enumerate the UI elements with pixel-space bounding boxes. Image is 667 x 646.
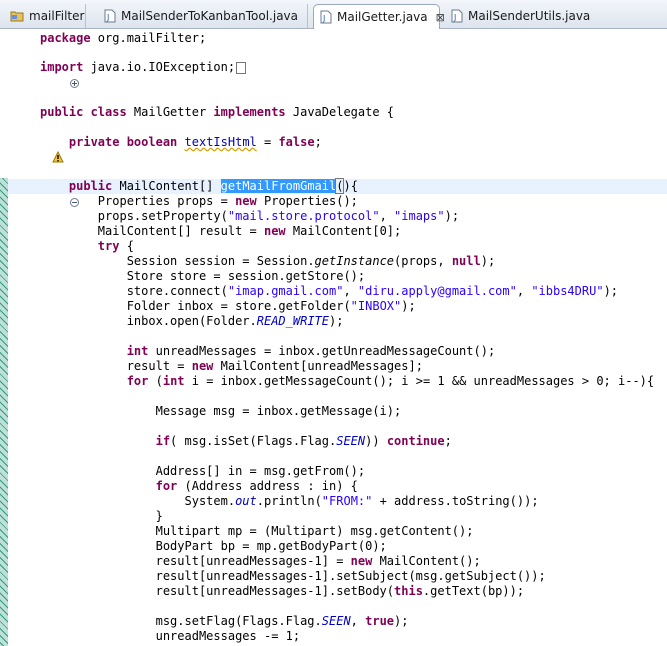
java-file-icon: J <box>104 9 116 23</box>
code-line: Folder inbox = store.getFolder("INBOX"); <box>126 299 416 313</box>
tab-label: MailSenderUtils.java <box>468 9 591 23</box>
code-line: result = new MailContent[unreadMessages]… <box>126 359 423 373</box>
code-line: Properties props = new Properties(); <box>97 194 358 208</box>
tab-label: mailFilter <box>29 9 85 23</box>
code-line: Address[] in = msg.getFrom(); <box>155 464 366 478</box>
code-line: Multipart mp = (Multipart) msg.getConten… <box>155 524 474 538</box>
expand-fold-icon[interactable] <box>27 62 80 88</box>
java-file-icon: J <box>320 10 332 24</box>
code-line: if( msg.isSet(Flags.Flag.SEEN)) continue… <box>155 434 452 448</box>
code-line: store.connect("imap.gmail.com", "diru.ap… <box>126 284 619 298</box>
tab-label: MailGetter.java <box>337 10 428 24</box>
close-tab-icon[interactable]: ⊠ <box>436 11 445 24</box>
java-file-icon: J <box>451 9 463 23</box>
code-line: int unreadMessages = inbox.getUnreadMess… <box>126 344 496 358</box>
code-line: } <box>155 509 163 523</box>
tab-label: MailSenderToKanbanTool.java <box>121 9 299 23</box>
code-line: result[unreadMessages-1] = new MailConte… <box>155 554 481 568</box>
code-line: msg.setFlag(Flags.Flag.SEEN, true); <box>155 614 409 628</box>
change-marker <box>0 179 8 646</box>
editor-tab-bar: mailFilter J MailSenderToKanbanTool.java… <box>0 0 667 29</box>
code-line: for (Address address : in) { <box>155 479 358 493</box>
selected-text[interactable]: getMailFromGmail <box>220 179 337 193</box>
code-line: props.setProperty("mail.store.protocol",… <box>97 209 460 223</box>
code-line: try { <box>97 239 134 253</box>
code-line: Store store = session.getStore(); <box>126 269 366 283</box>
code-line: public class MailGetter implements JavaD… <box>40 105 395 119</box>
code-line: private boolean textIsHtml = false; <box>8 135 667 163</box>
code-line: inbox.open(Folder.READ_WRITE); <box>126 314 344 328</box>
quick-diff-ruler <box>0 29 8 646</box>
code-line: unreadMessages -= 1; <box>155 629 301 643</box>
code-line: result[unreadMessages-1].setSubject(msg.… <box>155 569 546 583</box>
tab-mailsendertokanbantool[interactable]: J MailSenderToKanbanTool.java <box>98 4 308 28</box>
folded-region-box[interactable] <box>236 61 247 74</box>
project-folder-icon <box>10 10 24 22</box>
code-line: BodyPart bp = mp.getBodyPart(0); <box>155 539 387 553</box>
tab-mailfilter[interactable]: mailFilter <box>4 4 86 28</box>
code-line-current: public MailContent[] getMailFromGmail(){ <box>8 178 667 207</box>
tab-mailgetter[interactable]: J MailGetter.java ⊠ <box>313 4 445 29</box>
collapse-fold-icon[interactable] <box>27 181 80 207</box>
code-line: package org.mailFilter; <box>40 31 207 45</box>
code-line: System.out.println("FROM:" + address.toS… <box>184 494 539 508</box>
code-line: for (int i = inbox.getMessageCount(); i … <box>126 374 655 388</box>
code-line: MailContent[] result = new MailContent[0… <box>97 224 402 238</box>
svg-text:J: J <box>453 13 456 22</box>
svg-text:J: J <box>106 13 109 22</box>
code-line: Message msg = inbox.getMessage(i); <box>155 404 402 418</box>
code-editor[interactable]: package org.mailFilter; import java.io.I… <box>8 29 667 646</box>
code-line: Session session = Session.getInstance(pr… <box>126 254 496 268</box>
svg-text:J: J <box>322 14 325 23</box>
code-line: import java.io.IOException; <box>8 60 667 88</box>
code-line: result[unreadMessages-1].setBody(this.ge… <box>155 584 525 598</box>
tab-mailsenderutils[interactable]: J MailSenderUtils.java <box>445 4 590 28</box>
